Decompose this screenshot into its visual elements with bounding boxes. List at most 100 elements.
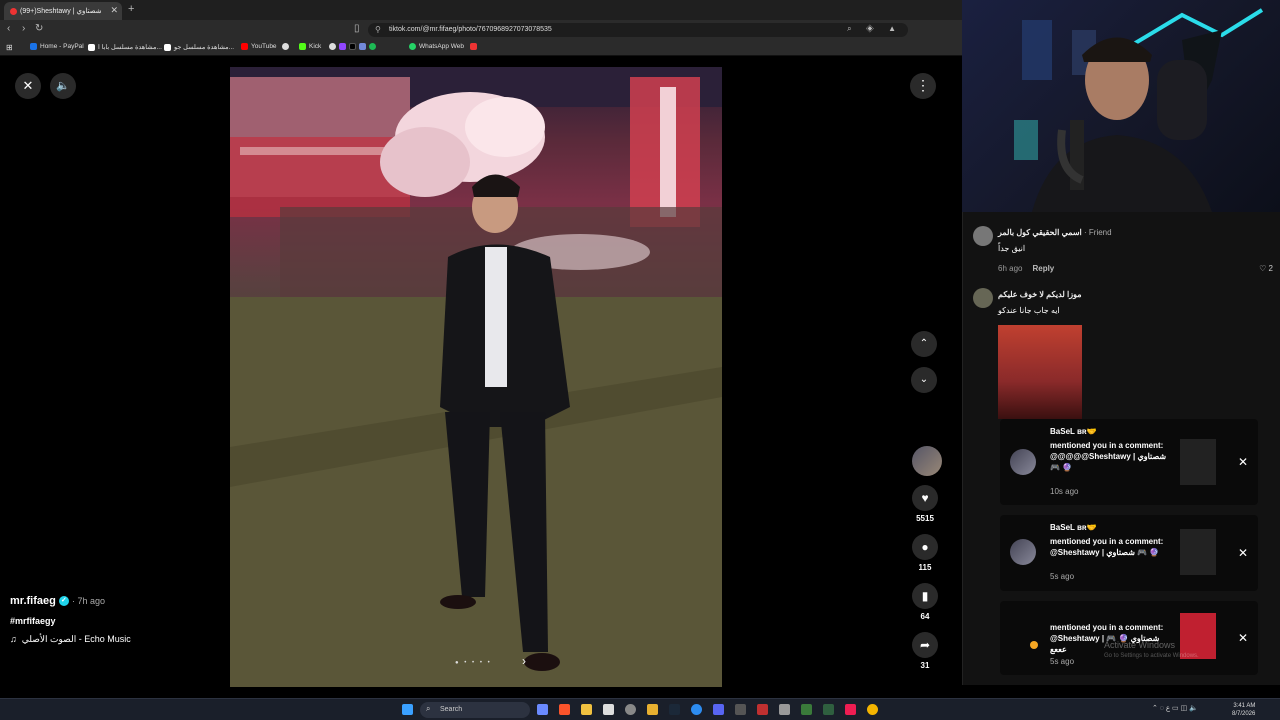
close-icon[interactable]: ✕: [15, 73, 41, 99]
copilot-icon[interactable]: [537, 704, 548, 715]
friend-label: · Friend: [1084, 228, 1112, 237]
address-bar[interactable]: ⚲ tiktok.com/@mr.fifaeg/photo/76709689270…: [368, 23, 908, 37]
comment-text: انيق جداً: [998, 244, 1026, 253]
next-photo-icon[interactable]: ›: [522, 654, 526, 668]
comment-time: 6h ago: [998, 264, 1023, 273]
comment-like-count: 2: [1268, 264, 1273, 273]
notification-message: mentioned you in a comment: @@@@@Sheshta…: [1050, 441, 1167, 472]
commenter-name[interactable]: اسمي الحقيقي كول بالمر · Friend: [998, 228, 1112, 237]
file-explorer-icon[interactable]: [581, 704, 592, 715]
more-options-icon[interactable]: ⋮: [910, 73, 936, 99]
save-button[interactable]: ▮ 64: [911, 583, 939, 621]
bookmark-icon[interactable]: ▯: [354, 23, 360, 34]
next-post-icon[interactable]: ⌄: [911, 367, 937, 393]
app-icon-grid[interactable]: [735, 704, 746, 715]
close-notification-icon[interactable]: ✕: [1238, 546, 1248, 560]
bookmark-series-2[interactable]: مشاهدة مسلسل جو...: [164, 43, 234, 51]
save-count: 64: [920, 612, 930, 621]
taskbar-search[interactable]: ⌕ Search: [420, 702, 530, 718]
url-text: tiktok.com/@mr.fifaeg/photo/767096892707…: [389, 26, 552, 33]
system-tray[interactable]: ⌃ ◌ ع ▭ ◫ 🔈: [1152, 704, 1198, 712]
close-tab-icon[interactable]: ✕: [110, 5, 118, 16]
forward-icon[interactable]: ›: [22, 23, 25, 34]
clock-time: 3:41 AM: [1233, 703, 1256, 709]
photo-scene: [230, 67, 722, 687]
author-avatar[interactable]: [912, 446, 942, 476]
app-icon-a[interactable]: [757, 704, 768, 715]
notification-thumbnail: [1180, 529, 1216, 575]
app-icon-doc[interactable]: [801, 704, 812, 715]
volume-icon[interactable]: 🔈: [50, 73, 76, 99]
bookmark-red-icon[interactable]: [470, 43, 480, 50]
discord-icon[interactable]: [713, 704, 724, 715]
post-photo[interactable]: [230, 67, 722, 687]
share-icon: ➦: [912, 632, 938, 658]
windows-taskbar: ⌕ Search ⌃ ◌ ع ▭ ◫ 🔈 3:41 AM 8/7/2026: [0, 698, 1280, 720]
post-hashtag[interactable]: #mrfifaegy: [10, 616, 56, 626]
mention-notification[interactable]: mentioned you in a comment: @Sheshtawy |…: [1000, 601, 1258, 675]
bookmark-save-icon: ▮: [912, 583, 938, 609]
bookmark-kick[interactable]: Kick: [299, 43, 321, 50]
bookmark-ext[interactable]: [282, 43, 292, 50]
tiktok-photo-viewer: ✕ 🔈 ⋮ ● • • • • › mr.fifaeg ✓ · 7h ago #…: [0, 57, 962, 698]
app-icon-box[interactable]: [779, 704, 790, 715]
bookmark-icons-group[interactable]: [329, 43, 379, 50]
search-label: Search: [440, 706, 463, 713]
store-icon[interactable]: [603, 704, 614, 715]
previous-post-icon[interactable]: ⌃: [911, 331, 937, 357]
new-tab-icon[interactable]: +: [128, 3, 134, 15]
site-info-icon[interactable]: ⚲: [375, 25, 381, 34]
activate-windows-subtext: Go to Settings to activate Windows.: [1104, 653, 1199, 659]
verified-badge-icon: ✓: [58, 596, 69, 607]
steam-icon[interactable]: [669, 704, 680, 715]
extension-icons[interactable]: ⌕ ◈ ▲: [847, 24, 902, 34]
taskbar-clock[interactable]: 3:41 AM 8/7/2026: [1232, 702, 1255, 718]
browser-tab[interactable]: (99+)Sheshtawy | شصتاوي ✕: [4, 2, 122, 20]
browser-window: (99+)Sheshtawy | شصتاوي ✕ + ‹ › ↻ ▯ ⚲ tikt…: [0, 0, 962, 698]
notification-thumbnail: [1180, 439, 1216, 485]
commenter-name[interactable]: موزا لديكم لا خوف عليكم: [998, 290, 1082, 299]
reply-button[interactable]: Reply: [1032, 264, 1054, 273]
brave-icon[interactable]: [559, 704, 570, 715]
commenter-avatar[interactable]: [973, 288, 993, 308]
heart-outline-icon: ♡: [1259, 264, 1267, 273]
bookmark-paypal[interactable]: Home - PayPal: [30, 43, 84, 50]
apps-icon[interactable]: ⊞: [6, 43, 13, 52]
mention-notification[interactable]: BaSeL ʙʀ🤝 mentioned you in a comment: @@…: [1000, 419, 1258, 505]
bookmark-whatsapp[interactable]: WhatsApp Web: [409, 43, 464, 50]
tab-favicon-icon: [10, 7, 17, 15]
share-button[interactable]: ➦ 31: [911, 632, 939, 670]
tiktok-icon[interactable]: [845, 704, 856, 715]
comment-button[interactable]: ● 115: [911, 534, 939, 572]
start-icon[interactable]: [402, 704, 413, 715]
music-title: الصوت الأصلي - Echo Music: [21, 634, 131, 644]
mention-notification[interactable]: BaSeL ʙʀ🤝 mentioned you in a comment: @S…: [1000, 515, 1258, 591]
settings-icon[interactable]: [625, 704, 636, 715]
notifier-badge-icon: [1030, 641, 1038, 649]
notification-time: 10s ago: [1050, 487, 1079, 496]
chrome-icon[interactable]: [867, 704, 878, 715]
bookmark-youtube[interactable]: YouTube: [241, 43, 277, 50]
close-notification-icon[interactable]: ✕: [1238, 631, 1248, 645]
post-author[interactable]: mr.fifaeg ✓ · 7h ago: [10, 595, 105, 607]
comment-like-button[interactable]: ♡ 2: [1259, 264, 1273, 273]
post-music[interactable]: ♫ الصوت الأصلي - Echo Music: [10, 634, 131, 645]
commenter-avatar[interactable]: [973, 226, 993, 246]
notifier-name: BaSeL ʙʀ🤝: [1050, 427, 1097, 436]
author-username[interactable]: mr.fifaeg: [10, 595, 56, 607]
share-count: 31: [920, 661, 930, 670]
address-toolbar: ‹ › ↻ ▯ ⚲ tiktok.com/@mr.fifaeg/photo/767…: [0, 20, 962, 40]
app-icon-r[interactable]: [647, 704, 658, 715]
music-note-icon: ♫: [10, 634, 17, 644]
comment-image[interactable]: [998, 325, 1082, 419]
reload-icon[interactable]: ↻: [35, 23, 43, 34]
carousel-dots[interactable]: ● • • • •: [455, 660, 492, 666]
back-icon[interactable]: ‹: [7, 23, 10, 34]
app-icon-x[interactable]: [823, 704, 834, 715]
like-button[interactable]: ♥ 5515: [911, 485, 939, 523]
notifier-avatar: [1010, 539, 1036, 565]
close-notification-icon[interactable]: ✕: [1238, 455, 1248, 469]
comment-text: ايه جاب جانا عندكو: [998, 306, 1060, 315]
edge-icon[interactable]: [691, 704, 702, 715]
bookmark-series-1[interactable]: مشاهدة مسلسل بابا ا...: [88, 43, 162, 51]
